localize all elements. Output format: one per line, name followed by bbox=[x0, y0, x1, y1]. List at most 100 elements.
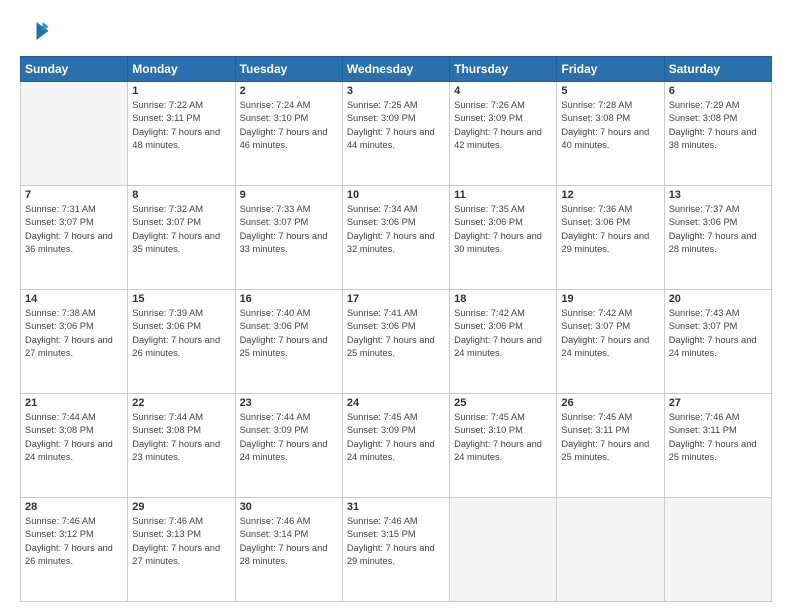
daylight-label: Daylight: 7 hours and 25 minutes. bbox=[347, 335, 435, 358]
sunrise-label: Sunrise: 7:35 AM bbox=[454, 204, 525, 214]
sunset-label: Sunset: 3:14 PM bbox=[240, 529, 309, 539]
day-info: Sunrise: 7:41 AM Sunset: 3:06 PM Dayligh… bbox=[347, 307, 445, 361]
sunset-label: Sunset: 3:15 PM bbox=[347, 529, 416, 539]
day-info: Sunrise: 7:37 AM Sunset: 3:06 PM Dayligh… bbox=[669, 203, 767, 257]
daylight-label: Daylight: 7 hours and 28 minutes. bbox=[240, 543, 328, 566]
day-info: Sunrise: 7:33 AM Sunset: 3:07 PM Dayligh… bbox=[240, 203, 338, 257]
calendar-cell: 9 Sunrise: 7:33 AM Sunset: 3:07 PM Dayli… bbox=[235, 186, 342, 290]
day-info: Sunrise: 7:28 AM Sunset: 3:08 PM Dayligh… bbox=[561, 99, 659, 153]
daylight-label: Daylight: 7 hours and 26 minutes. bbox=[25, 543, 113, 566]
sunset-label: Sunset: 3:13 PM bbox=[132, 529, 201, 539]
sunset-label: Sunset: 3:11 PM bbox=[669, 425, 737, 435]
sunrise-label: Sunrise: 7:26 AM bbox=[454, 100, 525, 110]
sunrise-label: Sunrise: 7:38 AM bbox=[25, 308, 96, 318]
daylight-label: Daylight: 7 hours and 35 minutes. bbox=[132, 231, 220, 254]
day-info: Sunrise: 7:22 AM Sunset: 3:11 PM Dayligh… bbox=[132, 99, 230, 153]
day-number: 16 bbox=[240, 293, 338, 305]
day-info: Sunrise: 7:46 AM Sunset: 3:12 PM Dayligh… bbox=[25, 515, 123, 569]
calendar-cell: 21 Sunrise: 7:44 AM Sunset: 3:08 PM Dayl… bbox=[21, 394, 128, 498]
daylight-label: Daylight: 7 hours and 42 minutes. bbox=[454, 127, 542, 150]
day-number: 8 bbox=[132, 189, 230, 201]
day-number: 17 bbox=[347, 293, 445, 305]
daylight-label: Daylight: 7 hours and 29 minutes. bbox=[347, 543, 435, 566]
daylight-label: Daylight: 7 hours and 24 minutes. bbox=[454, 439, 542, 462]
day-info: Sunrise: 7:31 AM Sunset: 3:07 PM Dayligh… bbox=[25, 203, 123, 257]
calendar-cell: 2 Sunrise: 7:24 AM Sunset: 3:10 PM Dayli… bbox=[235, 82, 342, 186]
calendar-cell: 12 Sunrise: 7:36 AM Sunset: 3:06 PM Dayl… bbox=[557, 186, 664, 290]
day-info: Sunrise: 7:36 AM Sunset: 3:06 PM Dayligh… bbox=[561, 203, 659, 257]
day-info: Sunrise: 7:44 AM Sunset: 3:08 PM Dayligh… bbox=[132, 411, 230, 465]
sunset-label: Sunset: 3:10 PM bbox=[240, 113, 309, 123]
calendar-table: SundayMondayTuesdayWednesdayThursdayFrid… bbox=[20, 56, 772, 602]
day-number: 5 bbox=[561, 85, 659, 97]
sunset-label: Sunset: 3:06 PM bbox=[454, 321, 523, 331]
day-info: Sunrise: 7:34 AM Sunset: 3:06 PM Dayligh… bbox=[347, 203, 445, 257]
day-number: 11 bbox=[454, 189, 552, 201]
daylight-label: Daylight: 7 hours and 25 minutes. bbox=[240, 335, 328, 358]
sunset-label: Sunset: 3:12 PM bbox=[25, 529, 94, 539]
calendar-week-0: 1 Sunrise: 7:22 AM Sunset: 3:11 PM Dayli… bbox=[21, 82, 772, 186]
day-info: Sunrise: 7:46 AM Sunset: 3:13 PM Dayligh… bbox=[132, 515, 230, 569]
sunrise-label: Sunrise: 7:41 AM bbox=[347, 308, 418, 318]
sunrise-label: Sunrise: 7:33 AM bbox=[240, 204, 311, 214]
sunset-label: Sunset: 3:07 PM bbox=[25, 217, 94, 227]
day-number: 24 bbox=[347, 397, 445, 409]
day-info: Sunrise: 7:29 AM Sunset: 3:08 PM Dayligh… bbox=[669, 99, 767, 153]
calendar-cell: 31 Sunrise: 7:46 AM Sunset: 3:15 PM Dayl… bbox=[342, 498, 449, 602]
calendar-cell: 18 Sunrise: 7:42 AM Sunset: 3:06 PM Dayl… bbox=[450, 290, 557, 394]
calendar-week-4: 28 Sunrise: 7:46 AM Sunset: 3:12 PM Dayl… bbox=[21, 498, 772, 602]
daylight-label: Daylight: 7 hours and 24 minutes. bbox=[561, 335, 649, 358]
daylight-label: Daylight: 7 hours and 40 minutes. bbox=[561, 127, 649, 150]
calendar-cell bbox=[557, 498, 664, 602]
day-number: 28 bbox=[25, 501, 123, 513]
calendar-cell bbox=[450, 498, 557, 602]
daylight-label: Daylight: 7 hours and 38 minutes. bbox=[669, 127, 757, 150]
day-info: Sunrise: 7:42 AM Sunset: 3:06 PM Dayligh… bbox=[454, 307, 552, 361]
calendar-week-2: 14 Sunrise: 7:38 AM Sunset: 3:06 PM Dayl… bbox=[21, 290, 772, 394]
calendar-cell bbox=[21, 82, 128, 186]
daylight-label: Daylight: 7 hours and 33 minutes. bbox=[240, 231, 328, 254]
day-info: Sunrise: 7:35 AM Sunset: 3:06 PM Dayligh… bbox=[454, 203, 552, 257]
sunrise-label: Sunrise: 7:46 AM bbox=[240, 516, 311, 526]
sunset-label: Sunset: 3:11 PM bbox=[132, 113, 200, 123]
day-number: 3 bbox=[347, 85, 445, 97]
calendar-cell: 14 Sunrise: 7:38 AM Sunset: 3:06 PM Dayl… bbox=[21, 290, 128, 394]
logo bbox=[20, 16, 54, 46]
sunset-label: Sunset: 3:09 PM bbox=[347, 113, 416, 123]
daylight-label: Daylight: 7 hours and 23 minutes. bbox=[132, 439, 220, 462]
sunrise-label: Sunrise: 7:46 AM bbox=[132, 516, 203, 526]
day-number: 19 bbox=[561, 293, 659, 305]
sunset-label: Sunset: 3:08 PM bbox=[669, 113, 738, 123]
day-number: 21 bbox=[25, 397, 123, 409]
day-info: Sunrise: 7:32 AM Sunset: 3:07 PM Dayligh… bbox=[132, 203, 230, 257]
calendar-cell: 6 Sunrise: 7:29 AM Sunset: 3:08 PM Dayli… bbox=[664, 82, 771, 186]
sunset-label: Sunset: 3:06 PM bbox=[240, 321, 309, 331]
day-info: Sunrise: 7:45 AM Sunset: 3:09 PM Dayligh… bbox=[347, 411, 445, 465]
calendar-cell: 22 Sunrise: 7:44 AM Sunset: 3:08 PM Dayl… bbox=[128, 394, 235, 498]
daylight-label: Daylight: 7 hours and 27 minutes. bbox=[25, 335, 113, 358]
day-number: 6 bbox=[669, 85, 767, 97]
daylight-label: Daylight: 7 hours and 24 minutes. bbox=[454, 335, 542, 358]
sunset-label: Sunset: 3:06 PM bbox=[561, 217, 630, 227]
day-number: 15 bbox=[132, 293, 230, 305]
day-number: 26 bbox=[561, 397, 659, 409]
day-number: 13 bbox=[669, 189, 767, 201]
day-of-week-saturday: Saturday bbox=[664, 57, 771, 82]
daylight-label: Daylight: 7 hours and 24 minutes. bbox=[240, 439, 328, 462]
day-number: 18 bbox=[454, 293, 552, 305]
calendar-cell: 19 Sunrise: 7:42 AM Sunset: 3:07 PM Dayl… bbox=[557, 290, 664, 394]
day-of-week-thursday: Thursday bbox=[450, 57, 557, 82]
day-number: 30 bbox=[240, 501, 338, 513]
day-of-week-sunday: Sunday bbox=[21, 57, 128, 82]
calendar-cell: 25 Sunrise: 7:45 AM Sunset: 3:10 PM Dayl… bbox=[450, 394, 557, 498]
daylight-label: Daylight: 7 hours and 24 minutes. bbox=[347, 439, 435, 462]
sunrise-label: Sunrise: 7:44 AM bbox=[25, 412, 96, 422]
sunrise-label: Sunrise: 7:46 AM bbox=[669, 412, 740, 422]
day-number: 14 bbox=[25, 293, 123, 305]
daylight-label: Daylight: 7 hours and 27 minutes. bbox=[132, 543, 220, 566]
sunset-label: Sunset: 3:09 PM bbox=[454, 113, 523, 123]
daylight-label: Daylight: 7 hours and 25 minutes. bbox=[669, 439, 757, 462]
day-number: 22 bbox=[132, 397, 230, 409]
sunrise-label: Sunrise: 7:34 AM bbox=[347, 204, 418, 214]
calendar-cell: 8 Sunrise: 7:32 AM Sunset: 3:07 PM Dayli… bbox=[128, 186, 235, 290]
